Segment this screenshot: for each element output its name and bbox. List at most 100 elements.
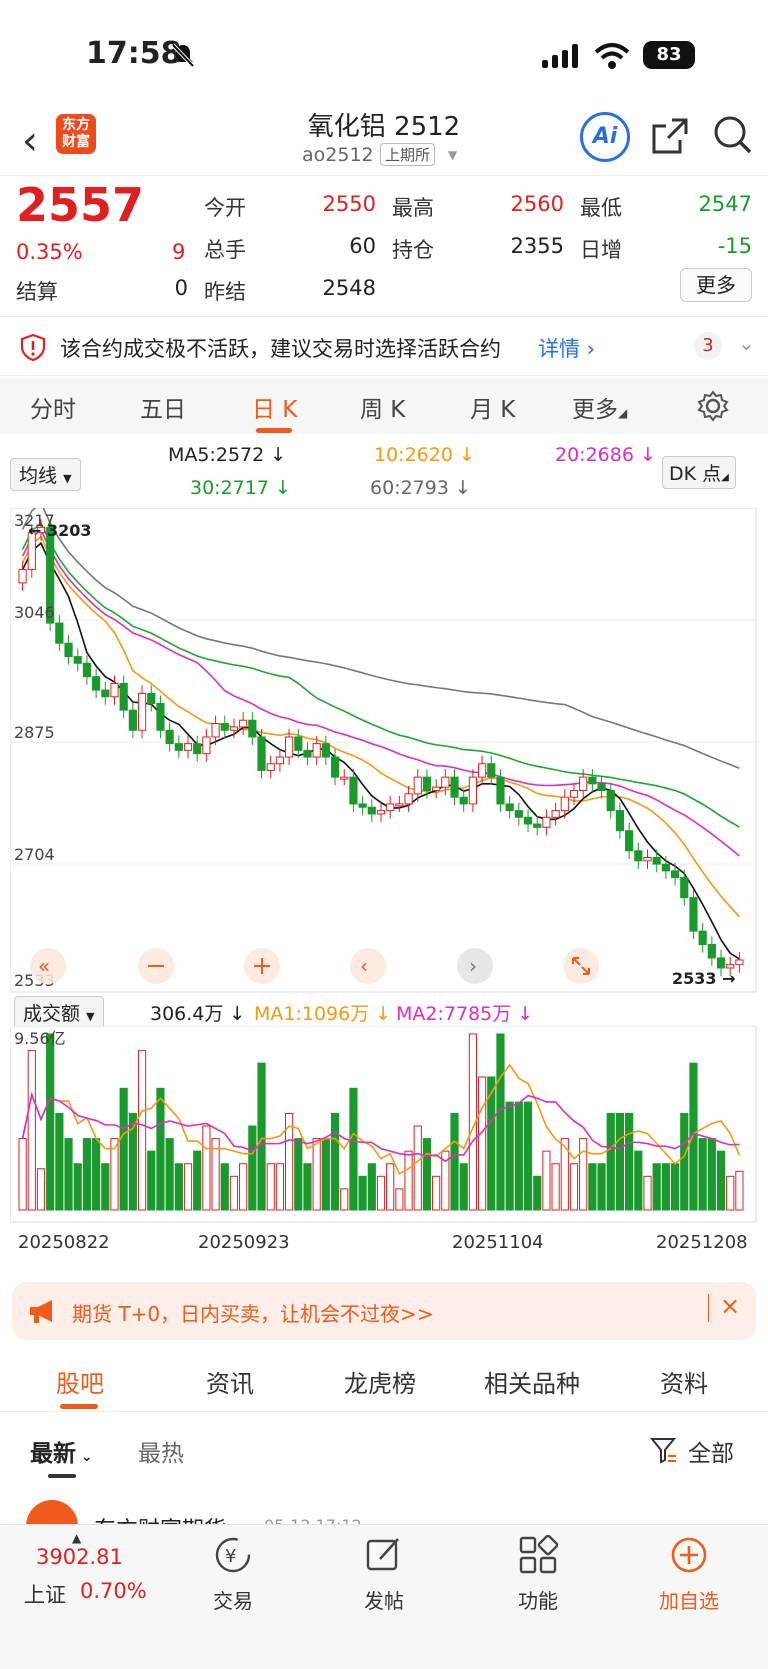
add-favorite-icon[interactable] xyxy=(669,1535,709,1575)
volume-bar xyxy=(137,1050,147,1211)
tab-monthly-k[interactable]: 月 K xyxy=(470,390,515,424)
settings-gear-icon[interactable] xyxy=(697,390,729,422)
scroll-right-button[interactable]: › xyxy=(457,948,493,984)
change-value: 9 xyxy=(172,240,186,264)
last-price: 2557 xyxy=(16,178,145,232)
tab-five-day[interactable]: 五日 xyxy=(140,390,186,424)
mute-bell-icon xyxy=(171,43,195,68)
trade-icon[interactable]: ¥ xyxy=(213,1535,253,1575)
volume-bar xyxy=(239,1163,248,1211)
volume-bar xyxy=(422,1138,432,1211)
signal-icon xyxy=(542,44,578,68)
vol-ma1-value: MA1:1096万 ↓ xyxy=(254,1003,392,1025)
ma60-value: 60:2793 ↓ xyxy=(370,477,471,499)
chevron-down-icon[interactable]: ⌄ xyxy=(738,331,755,355)
ma-selector[interactable]: 均线 ▼ xyxy=(10,458,81,491)
tab-profile[interactable]: 资料 xyxy=(660,1364,708,1399)
battery-icon: 83 xyxy=(643,41,695,69)
tab-weekly-k[interactable]: 周 K xyxy=(360,390,405,424)
volume-value: 60 xyxy=(349,234,376,258)
candle xyxy=(670,870,680,879)
volume-bar xyxy=(634,1150,643,1211)
function-button[interactable]: 功能 xyxy=(488,1585,588,1614)
tab-more[interactable]: 更多◢ xyxy=(572,390,627,424)
function-grid-icon[interactable] xyxy=(518,1535,558,1575)
volume-bar xyxy=(303,1163,312,1211)
bottom-toolbar: ▲ 3902.81 上证 0.70% ¥ 交易 发帖 功能 加自选 xyxy=(0,1524,768,1669)
exchange-dropdown-icon[interactable]: ▼ xyxy=(448,148,457,162)
settle-value: 0 xyxy=(174,276,188,300)
index-value[interactable]: 3902.81 xyxy=(36,1545,123,1569)
exchange-tag[interactable]: 上期所 xyxy=(380,143,436,166)
ma-selector-label: 均线 xyxy=(19,465,58,487)
search-icon[interactable] xyxy=(712,114,754,156)
tab-dragon-tiger[interactable]: 龙虎榜 xyxy=(344,1364,416,1399)
scroll-left-fast-button[interactable]: « xyxy=(30,948,66,984)
promo-banner[interactable]: 期货 T+0，日内买卖，让机会不过夜>> × xyxy=(12,1282,756,1340)
candle xyxy=(101,689,110,698)
kline-chart[interactable]: 3217 3046 2875 2704 2533 ← 3203 2533 → «… xyxy=(10,508,758,994)
post-button[interactable]: 发帖 xyxy=(334,1585,434,1614)
volume-indicator-selector[interactable]: 成交额 ▼ xyxy=(14,996,104,1029)
volume-bar xyxy=(156,1087,165,1211)
tab-related[interactable]: 相关品种 xyxy=(484,1364,580,1399)
volume-bar xyxy=(165,1138,174,1211)
volume-bar xyxy=(716,1150,726,1211)
volume-bar xyxy=(248,1125,257,1211)
more-button[interactable]: 更多 xyxy=(680,268,752,302)
ai-button[interactable]: Ai xyxy=(580,112,630,162)
candle xyxy=(551,810,560,818)
candle xyxy=(119,682,128,711)
volume-chart[interactable]: 9.56亿 20250822 20250923 20251104 2025120… xyxy=(10,1026,758,1266)
expand-up-icon[interactable]: ▲ xyxy=(72,1531,81,1545)
volume-bar xyxy=(312,1138,321,1211)
volume-bar xyxy=(46,1033,55,1211)
fullscreen-button[interactable] xyxy=(563,948,599,984)
index-name: 上证 xyxy=(24,1583,66,1607)
zoom-in-button[interactable] xyxy=(244,948,280,984)
post-edit-icon[interactable] xyxy=(364,1535,404,1575)
candle xyxy=(514,810,523,818)
volume-bar xyxy=(266,1163,275,1211)
zoom-out-button[interactable] xyxy=(138,948,174,984)
volume-bar xyxy=(321,1138,330,1211)
dk-point-button[interactable]: DK 点◢ xyxy=(662,456,736,489)
candle xyxy=(625,830,634,852)
volume-bar xyxy=(147,1150,156,1211)
high-annotation-value: 3203 xyxy=(47,521,92,540)
filter-hot[interactable]: 最热 xyxy=(138,1434,184,1468)
volume-bar xyxy=(569,1163,579,1211)
warning-detail-link[interactable]: 详情 › xyxy=(538,333,595,363)
svg-text:¥: ¥ xyxy=(225,1546,236,1567)
add-favorite-button[interactable]: 加自选 xyxy=(639,1585,739,1614)
filter-latest[interactable]: 最新 ⌄ xyxy=(30,1434,93,1468)
candle xyxy=(137,692,147,731)
volume-bar xyxy=(643,1175,652,1211)
tab-news[interactable]: 资讯 xyxy=(206,1364,254,1399)
tab-daily-k[interactable]: 日 K xyxy=(252,390,297,424)
open-label: 今开 xyxy=(204,196,246,220)
volume-bar xyxy=(661,1163,670,1211)
svg-text:›: › xyxy=(469,954,477,978)
tab-more-label: 更多 xyxy=(572,397,618,423)
volume-bar xyxy=(432,1175,441,1211)
candle xyxy=(606,790,615,812)
candle xyxy=(680,877,689,899)
tab-timeshare[interactable]: 分时 xyxy=(30,390,76,424)
warning-badge: 3 xyxy=(694,332,722,360)
volume-bar xyxy=(698,1138,707,1211)
candle xyxy=(275,756,285,765)
trade-button[interactable]: 交易 xyxy=(183,1585,283,1614)
filter-all[interactable]: 全部 xyxy=(688,1434,734,1468)
candle xyxy=(285,736,294,758)
volume-bar xyxy=(726,1175,735,1211)
filter-icon[interactable] xyxy=(650,1436,678,1464)
inactive-warning-bar[interactable]: 该合约成交极不活跃，建议交易时选择活跃合约 详情 › 3 ⌄ xyxy=(0,316,768,376)
scroll-left-button[interactable]: ‹ xyxy=(350,948,386,984)
low-annotation: 2533 → xyxy=(672,969,736,988)
tab-forum[interactable]: 股吧 xyxy=(56,1364,104,1399)
share-icon[interactable] xyxy=(650,116,690,156)
close-icon[interactable]: × xyxy=(720,1292,740,1320)
volume-bar xyxy=(82,1138,92,1211)
candle xyxy=(661,863,670,872)
